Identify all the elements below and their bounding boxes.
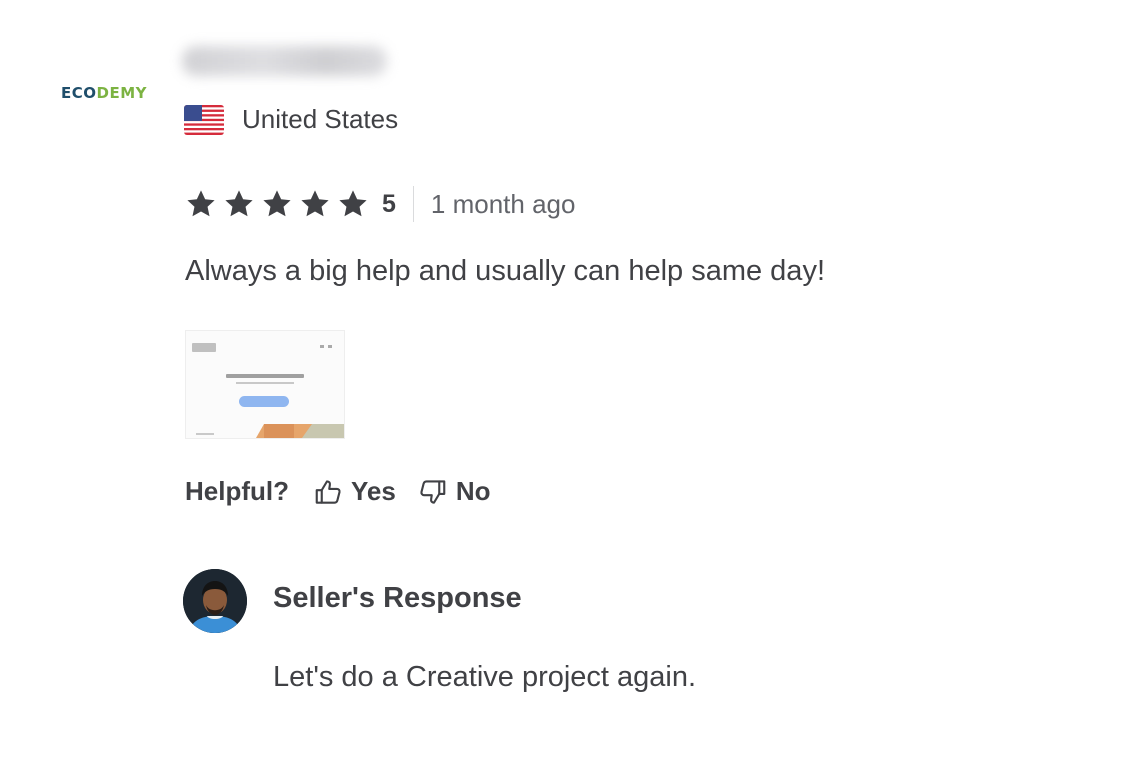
us-flag-icon bbox=[184, 104, 224, 135]
review-rating: 5 1 month ago bbox=[184, 186, 575, 222]
review-time: 1 month ago bbox=[430, 188, 576, 219]
review-attachment-thumbnail[interactable] bbox=[185, 330, 345, 439]
brand-logo: ECODEMY bbox=[61, 84, 147, 102]
review-text: Always a big help and usually can help s… bbox=[185, 255, 825, 287]
logo-text-part2: DEMY bbox=[96, 84, 148, 102]
seller-response-title: Seller's Response bbox=[273, 582, 522, 614]
helpful-no-button[interactable]: No bbox=[418, 476, 491, 507]
logo-text-part1: ECO bbox=[61, 84, 97, 102]
star-icon bbox=[225, 190, 253, 217]
star-icon bbox=[263, 190, 291, 217]
star-icon bbox=[301, 190, 329, 217]
rating-value: 5 bbox=[382, 189, 396, 218]
helpful-no-label: No bbox=[455, 476, 491, 506]
thumbs-down-icon bbox=[420, 479, 446, 504]
helpful-yes-button[interactable]: Yes bbox=[313, 476, 396, 507]
rating-divider bbox=[412, 186, 414, 222]
country-name: United States bbox=[242, 104, 399, 134]
star-rating bbox=[184, 188, 374, 220]
seller-avatar-image bbox=[183, 569, 247, 633]
helpful-label: Helpful? bbox=[185, 476, 289, 506]
reviewer-name-redacted bbox=[182, 46, 387, 76]
helpful-feedback: Helpful? Yes No bbox=[185, 476, 491, 507]
seller-response-text: Let's do a Creative project again. bbox=[273, 661, 697, 693]
thumbs-up-icon bbox=[315, 479, 341, 504]
helpful-yes-label: Yes bbox=[351, 476, 396, 506]
star-icon bbox=[339, 190, 367, 217]
seller-avatar bbox=[183, 569, 247, 633]
attachment-preview-image bbox=[186, 331, 344, 438]
reviewer-country: United States bbox=[184, 104, 398, 135]
star-icon bbox=[187, 190, 215, 217]
